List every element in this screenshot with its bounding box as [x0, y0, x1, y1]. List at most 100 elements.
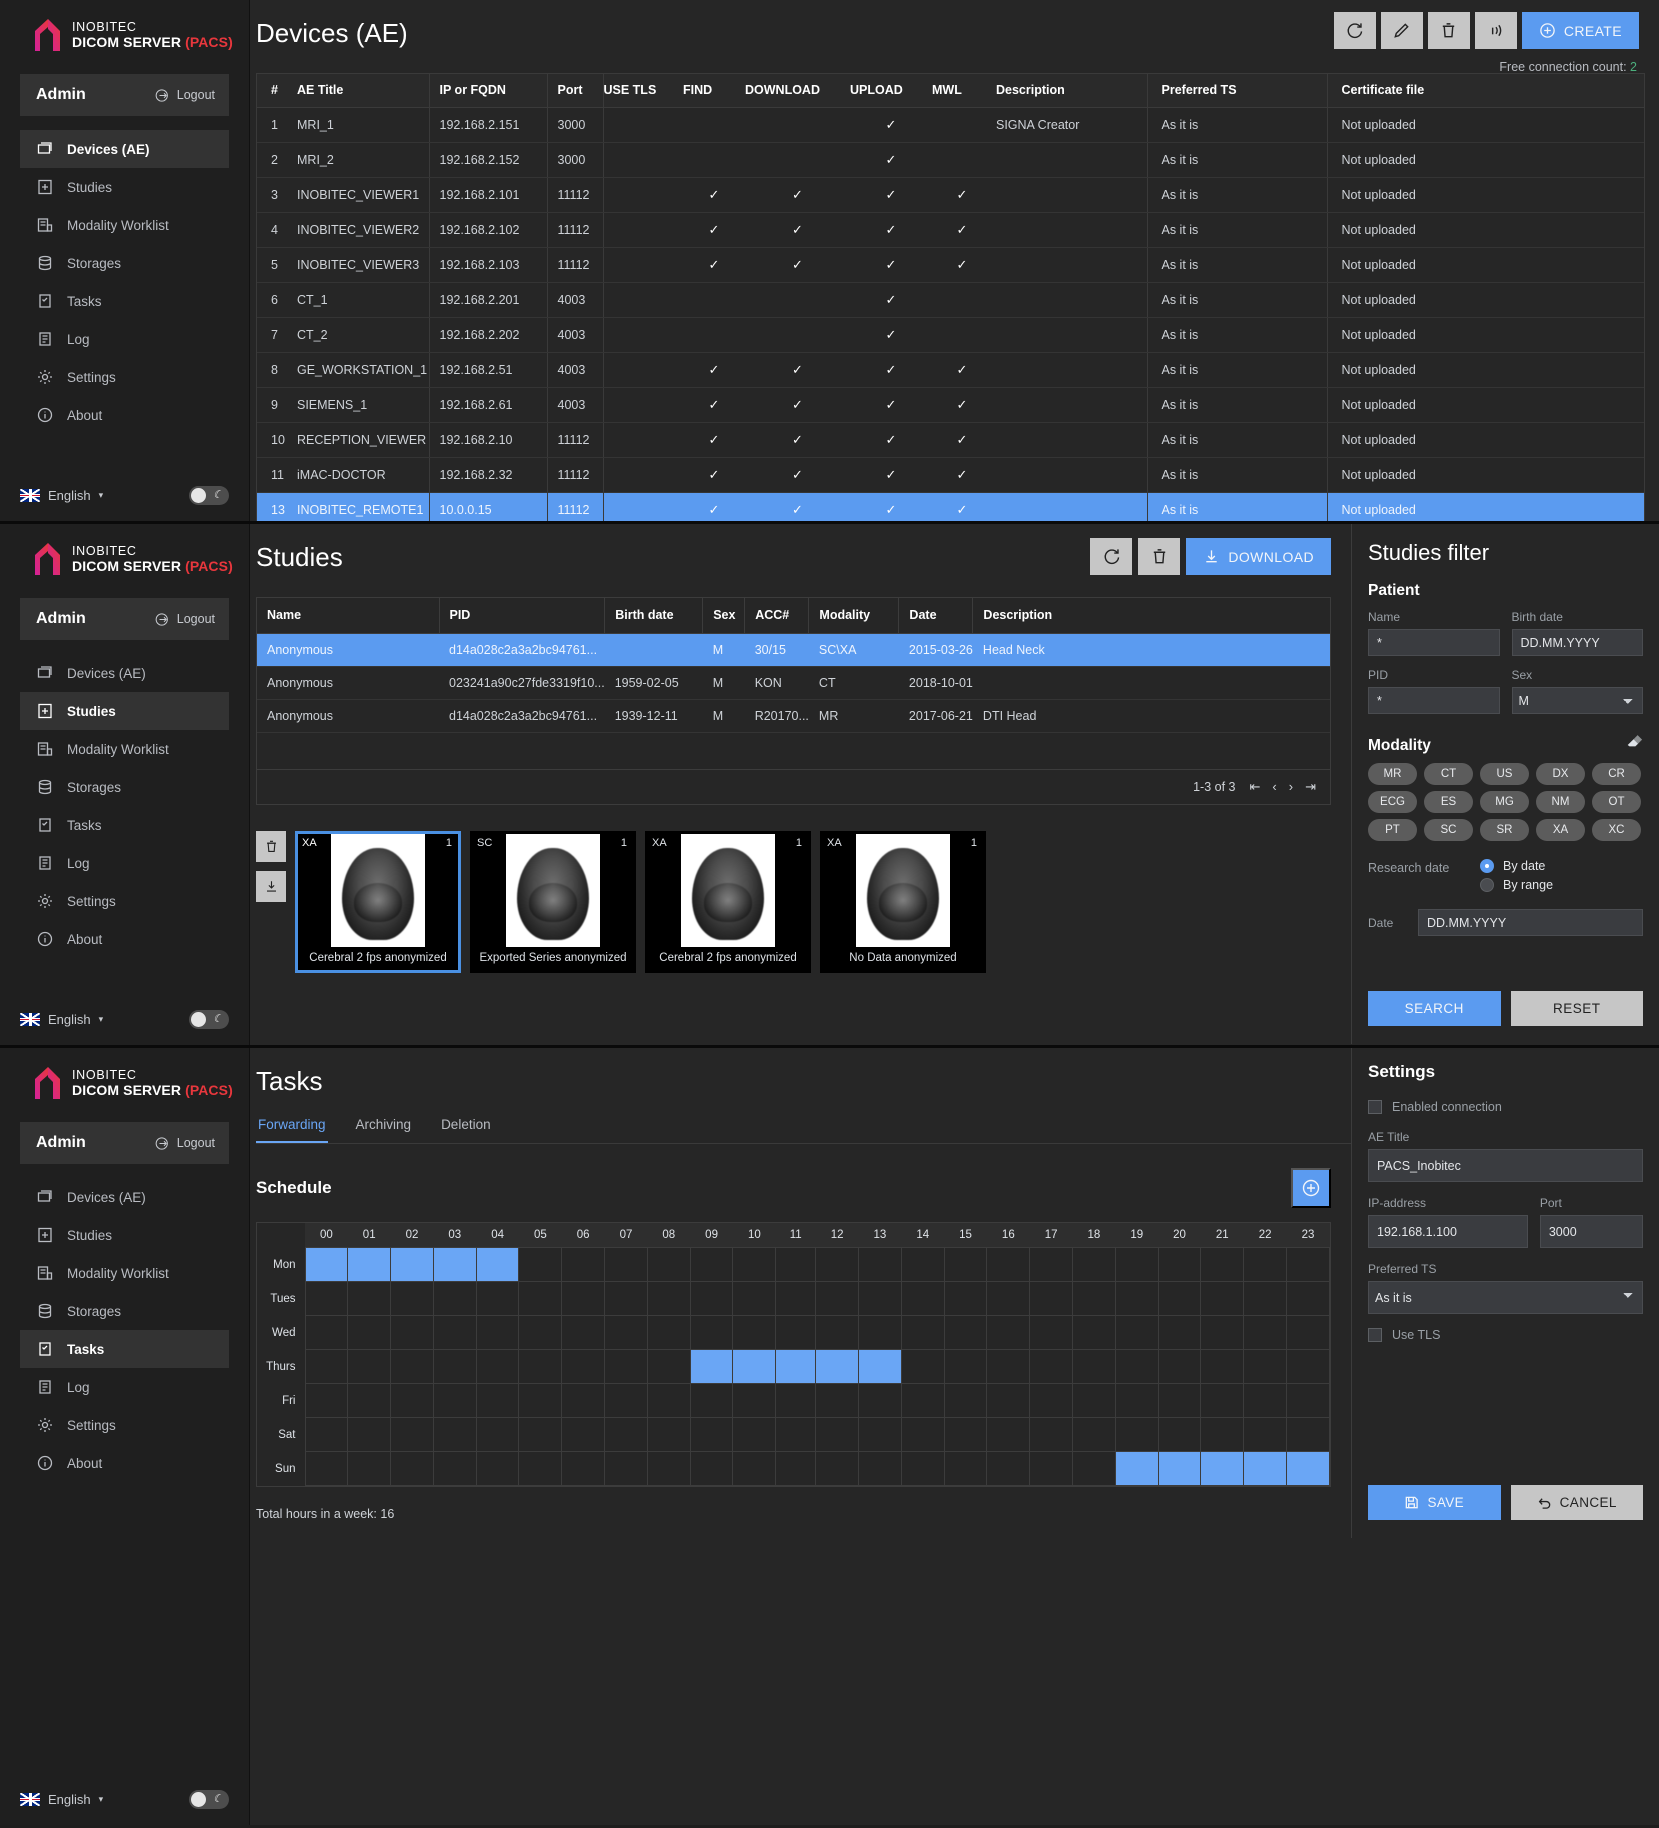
- sidebar-item-settings[interactable]: Settings: [20, 358, 229, 396]
- schedule-cell[interactable]: [475, 1247, 520, 1282]
- schedule-cell[interactable]: [347, 1349, 392, 1384]
- schedule-cell[interactable]: [1200, 1281, 1245, 1316]
- schedule-cell[interactable]: [561, 1417, 606, 1452]
- tab-archiving[interactable]: Archiving: [354, 1117, 414, 1143]
- schedule-cell[interactable]: [604, 1281, 648, 1316]
- schedule-cell[interactable]: [689, 1281, 734, 1316]
- schedule-cell[interactable]: [432, 1417, 477, 1452]
- col-pid[interactable]: PID: [438, 598, 605, 634]
- col-preferred-ts[interactable]: Preferred TS: [1146, 74, 1327, 108]
- sidebar-item-tasks[interactable]: Tasks: [20, 1330, 229, 1368]
- schedule-cell[interactable]: [986, 1451, 1031, 1486]
- delete-button[interactable]: [1427, 12, 1470, 49]
- schedule-cell[interactable]: [986, 1417, 1031, 1452]
- schedule-cell[interactable]: [304, 1451, 349, 1486]
- language-selector[interactable]: English ▾: [20, 1792, 103, 1807]
- modality-chip-mg[interactable]: MG: [1480, 791, 1529, 813]
- schedule-cell[interactable]: [561, 1451, 606, 1486]
- modality-chip-nm[interactable]: NM: [1536, 791, 1585, 813]
- schedule-cell[interactable]: [1286, 1417, 1330, 1452]
- schedule-cell[interactable]: [943, 1281, 988, 1316]
- schedule-cell[interactable]: [689, 1451, 734, 1486]
- delete-button[interactable]: [1138, 538, 1181, 575]
- schedule-cell[interactable]: [347, 1383, 392, 1418]
- modality-chip-ecg[interactable]: ECG: [1368, 791, 1417, 813]
- sidebar-item-devices[interactable]: Devices (AE): [20, 1178, 229, 1216]
- schedule-cell[interactable]: [432, 1383, 477, 1418]
- cancel-button[interactable]: CANCEL: [1510, 1485, 1643, 1520]
- col-acc[interactable]: ACC#: [744, 598, 809, 634]
- schedule-cell[interactable]: [1114, 1451, 1159, 1486]
- schedule-cell[interactable]: [900, 1451, 945, 1486]
- col-find[interactable]: FIND: [683, 74, 745, 108]
- modality-chip-xa[interactable]: XA: [1536, 819, 1585, 841]
- col-birth-date[interactable]: Birth date: [604, 598, 703, 634]
- sidebar-item-studies[interactable]: Studies: [20, 1216, 229, 1254]
- table-row[interactable]: 9 SIEMENS_1 192.168.2.61 4003 ✓ ✓ ✓ ✓ As it is No…: [257, 387, 1644, 423]
- schedule-cell[interactable]: [986, 1315, 1031, 1350]
- sidebar-item-studies[interactable]: Studies: [20, 168, 229, 206]
- schedule-cell[interactable]: [604, 1451, 648, 1486]
- modality-chip-cr[interactable]: CR: [1592, 763, 1641, 785]
- schedule-cell[interactable]: [858, 1349, 902, 1384]
- sidebar-item-about[interactable]: About: [20, 396, 229, 434]
- schedule-cell[interactable]: [1286, 1315, 1330, 1350]
- col-date[interactable]: Date: [898, 598, 973, 634]
- schedule-cell[interactable]: [604, 1315, 648, 1350]
- schedule-cell[interactable]: [1243, 1281, 1287, 1316]
- schedule-cell[interactable]: [432, 1247, 477, 1282]
- col-port[interactable]: Port: [546, 74, 603, 108]
- use-tls-checkbox-row[interactable]: Use TLS: [1368, 1328, 1643, 1342]
- schedule-cell[interactable]: [732, 1383, 777, 1418]
- schedule-cell[interactable]: [858, 1451, 902, 1486]
- schedule-cell[interactable]: [1029, 1247, 1074, 1282]
- schedule-cell[interactable]: [858, 1247, 902, 1282]
- schedule-cell[interactable]: [732, 1451, 777, 1486]
- table-row[interactable]: Anonymous d14a028c2a3a2bc94761... 1939-12-…: [257, 699, 1330, 733]
- port-input[interactable]: [1539, 1215, 1643, 1248]
- schedule-cell[interactable]: [646, 1281, 691, 1316]
- schedule-cell[interactable]: [347, 1451, 392, 1486]
- sidebar-item-storages[interactable]: Storages: [20, 244, 229, 282]
- schedule-cell[interactable]: [943, 1451, 988, 1486]
- schedule-cell[interactable]: [304, 1417, 349, 1452]
- schedule-cell[interactable]: [475, 1451, 520, 1486]
- schedule-cell[interactable]: [900, 1417, 945, 1452]
- sidebar-item-modality-worklist[interactable]: Modality Worklist: [20, 206, 229, 244]
- schedule-cell[interactable]: [646, 1383, 691, 1418]
- schedule-cell[interactable]: [518, 1315, 563, 1350]
- radio-by-date[interactable]: By date: [1480, 859, 1553, 873]
- save-button[interactable]: SAVE: [1368, 1485, 1501, 1520]
- schedule-cell[interactable]: [1157, 1417, 1202, 1452]
- schedule-cell[interactable]: [986, 1281, 1031, 1316]
- series-thumbnail[interactable]: SC 1 Exported Series anonymized: [470, 831, 636, 973]
- schedule-cell[interactable]: [347, 1417, 392, 1452]
- schedule-cell[interactable]: [815, 1417, 860, 1452]
- schedule-cell[interactable]: [1114, 1417, 1159, 1452]
- download-series-button[interactable]: [256, 871, 286, 902]
- schedule-cell[interactable]: [1114, 1349, 1159, 1384]
- schedule-cell[interactable]: [858, 1315, 902, 1350]
- schedule-cell[interactable]: [732, 1417, 777, 1452]
- schedule-cell[interactable]: [1072, 1383, 1116, 1418]
- create-button[interactable]: CREATE: [1521, 12, 1639, 49]
- schedule-cell[interactable]: [518, 1417, 563, 1452]
- schedule-cell[interactable]: [732, 1349, 777, 1384]
- schedule-cell[interactable]: [775, 1315, 817, 1350]
- schedule-cell[interactable]: [1072, 1417, 1116, 1452]
- schedule-cell[interactable]: [1200, 1315, 1245, 1350]
- schedule-cell[interactable]: [1286, 1383, 1330, 1418]
- schedule-cell[interactable]: [518, 1349, 563, 1384]
- date-input[interactable]: [1418, 909, 1643, 936]
- schedule-cell[interactable]: [1243, 1451, 1287, 1486]
- sidebar-item-settings[interactable]: Settings: [20, 1406, 229, 1444]
- add-schedule-button[interactable]: [1291, 1168, 1331, 1208]
- schedule-cell[interactable]: [390, 1281, 434, 1316]
- table-row[interactable]: 6 CT_1 192.168.2.201 4003 ✓ As it is Not uploa…: [257, 282, 1644, 318]
- col-sex[interactable]: Sex: [702, 598, 745, 634]
- schedule-cell[interactable]: [732, 1247, 777, 1282]
- sidebar-item-devices[interactable]: Devices (AE): [20, 654, 229, 692]
- schedule-cell[interactable]: [646, 1315, 691, 1350]
- schedule-cell[interactable]: [732, 1281, 777, 1316]
- col-download[interactable]: DOWNLOAD: [745, 74, 850, 108]
